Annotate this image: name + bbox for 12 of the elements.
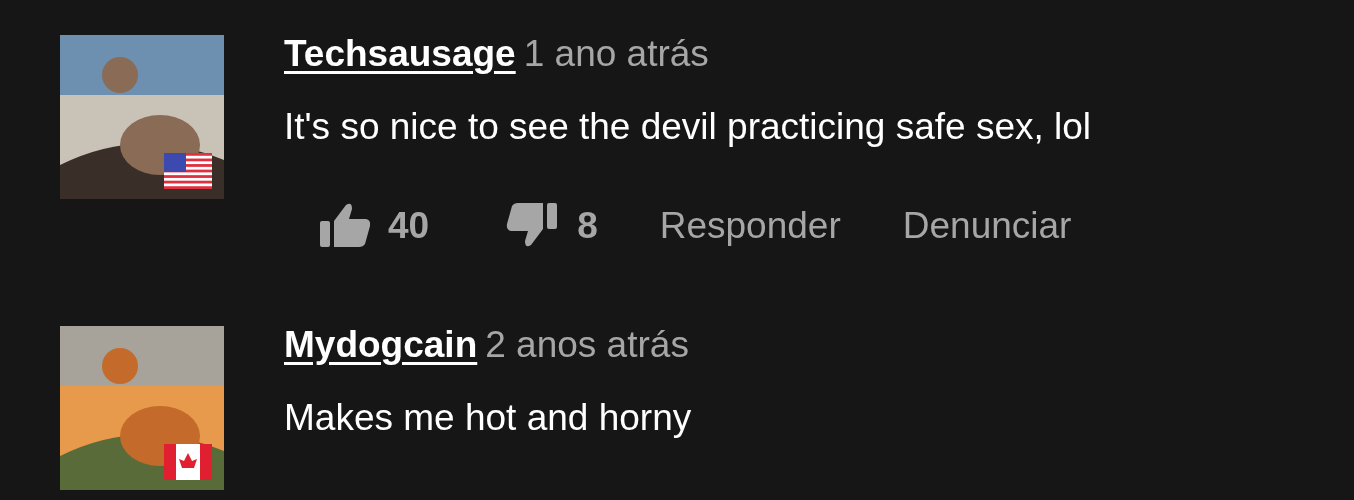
report-link[interactable]: Denunciar [902,206,1072,244]
comment-text: It's so nice to see the devil practicing safe sex, lol [284,108,1092,145]
comment-time: 1 ano atrás [523,35,709,72]
username-link[interactable]: Techsausage [284,35,516,72]
comment-text: Makes me hot and horny [284,399,692,436]
flag-icon [164,153,212,189]
reply-link[interactable]: Responder [659,206,841,244]
comment-time: 2 anos atrás [485,326,689,363]
flag-icon [164,444,212,480]
like-count: 40 [388,206,430,244]
dislike-count: 8 [577,206,598,244]
username-link[interactable]: Mydogcain [284,326,478,363]
